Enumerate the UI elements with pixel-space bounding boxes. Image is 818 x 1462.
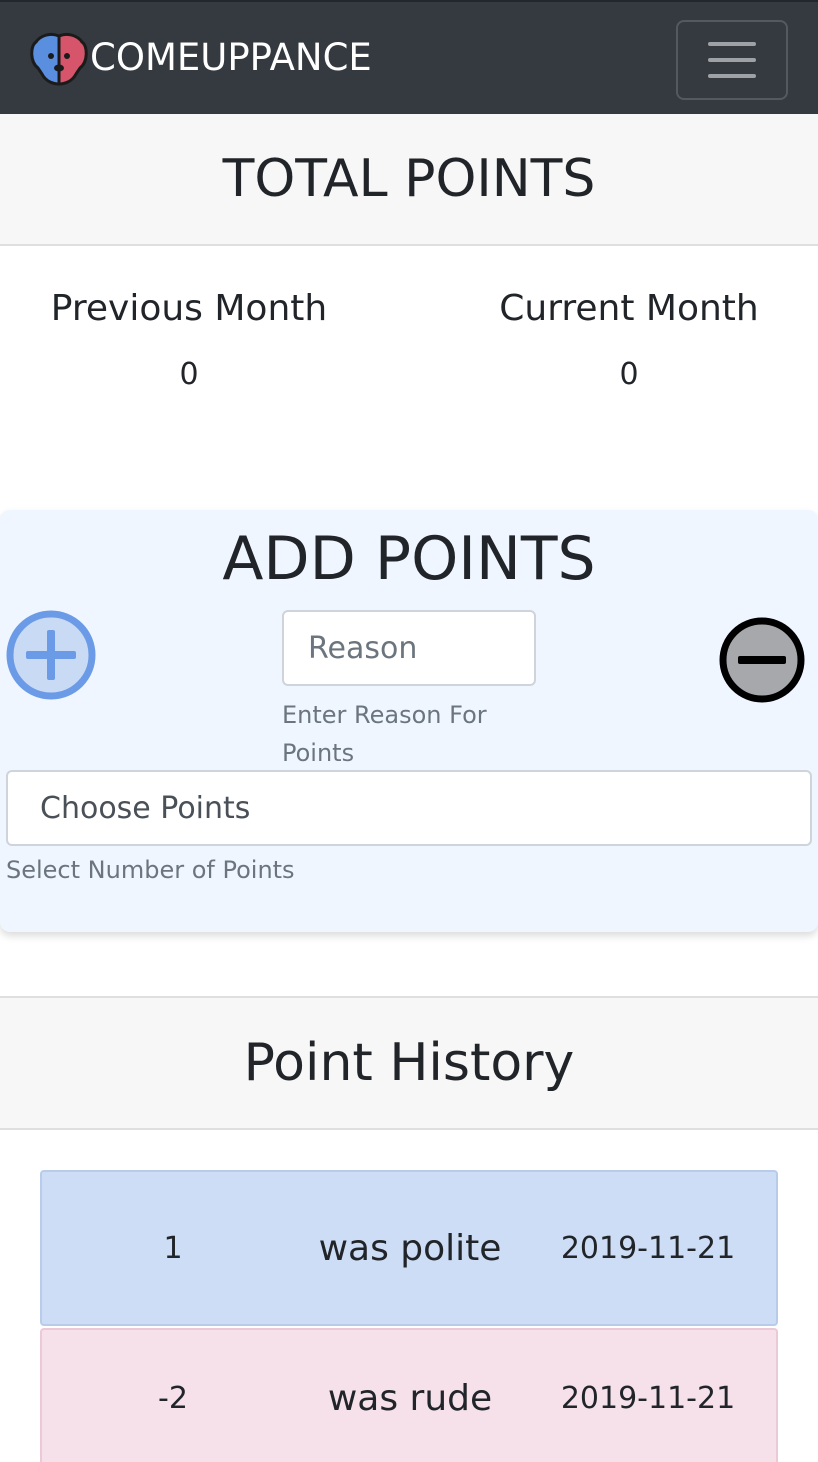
points-select[interactable]: Choose Points xyxy=(6,770,812,846)
reason-help-text: Enter Reason For Points xyxy=(282,701,487,767)
add-points-card: ADD POINTS Enter Reason For Points Choos… xyxy=(0,510,818,932)
current-month-value: 0 xyxy=(619,357,639,392)
history-date: 2019-11-21 xyxy=(560,1230,736,1266)
history-row: -2 was rude 2019-11-21 xyxy=(40,1328,778,1462)
navbar-toggler-button[interactable] xyxy=(676,20,788,100)
point-history-header: Point History xyxy=(0,996,818,1130)
points-select-value: Choose Points xyxy=(40,790,251,826)
dog-face-logo-icon xyxy=(30,32,88,86)
hamburger-menu-icon xyxy=(708,74,756,78)
minus-circle-icon[interactable] xyxy=(718,616,806,704)
point-history-title: Point History xyxy=(243,1033,575,1093)
total-points-header: TOTAL POINTS xyxy=(0,114,818,246)
history-row: 1 was polite 2019-11-21 xyxy=(40,1170,778,1326)
reason-input[interactable] xyxy=(282,610,536,686)
history-points: -2 xyxy=(158,1380,188,1416)
current-month-label: Current Month xyxy=(499,288,759,329)
history-date: 2019-11-21 xyxy=(560,1380,736,1416)
points-help-text: Select Number of Points xyxy=(6,856,295,884)
previous-month-stat: Previous Month 0 xyxy=(28,288,350,392)
brand-name: COMEUPPANCE xyxy=(90,35,372,79)
add-points-title: ADD POINTS xyxy=(222,524,596,594)
total-points-title: TOTAL POINTS xyxy=(222,149,596,209)
hamburger-menu-icon xyxy=(708,58,756,62)
history-reason: was rude xyxy=(327,1377,493,1419)
navbar: COMEUPPANCE xyxy=(0,0,818,114)
plus-circle-icon[interactable] xyxy=(6,610,96,700)
previous-month-label: Previous Month xyxy=(50,288,328,329)
history-points: 1 xyxy=(163,1230,183,1266)
brand-link[interactable]: COMEUPPANCE xyxy=(28,28,372,86)
history-reason: was polite xyxy=(318,1227,502,1269)
previous-month-value: 0 xyxy=(179,357,199,392)
hamburger-menu-icon xyxy=(708,42,756,46)
current-month-stat: Current Month 0 xyxy=(470,288,788,392)
